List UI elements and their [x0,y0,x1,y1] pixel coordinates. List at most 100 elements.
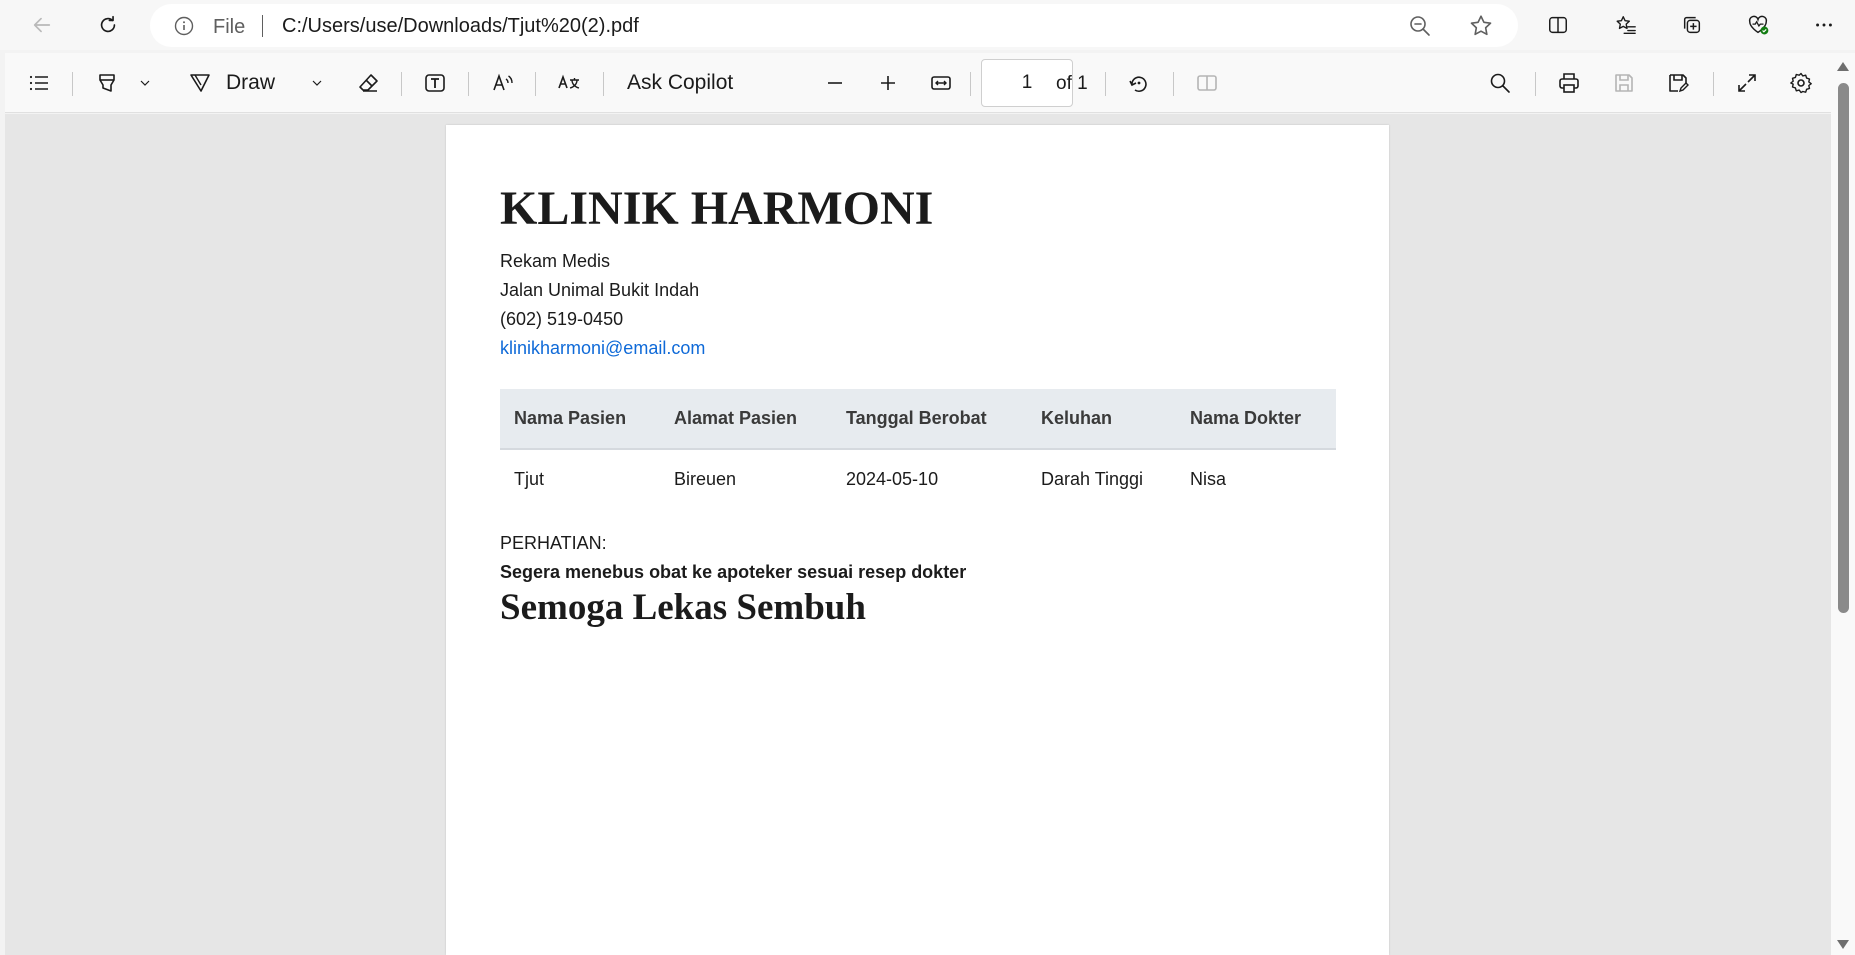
find-button[interactable] [1482,65,1518,101]
expand-icon [1738,74,1756,92]
ask-copilot-button[interactable]: Ask Copilot [627,65,757,101]
save-as-icon [1669,74,1689,93]
divider [535,72,536,96]
highlighter-icon [99,74,115,92]
column-header: Nama Dokter [1176,389,1336,450]
divider [1535,72,1536,96]
table-cell: Tjut [514,469,545,489]
refresh-icon [100,15,116,33]
minus-icon [828,82,842,84]
draw-pen-icon [190,74,210,92]
zoom-out-icon[interactable] [1408,14,1432,38]
save-button [1606,65,1642,101]
vertical-scrollbar[interactable] [1831,53,1855,955]
divider [1173,72,1174,96]
chevron-down-icon [312,80,322,86]
rotate-button[interactable] [1121,65,1157,101]
chevron-down-icon [140,80,150,86]
eraser-icon [359,74,378,92]
divider [468,72,469,96]
clinic-address: Jalan Unimal Bukit Indah [500,280,700,300]
favorites-button[interactable] [1608,7,1644,43]
highlight-options-button[interactable] [133,65,157,101]
address-bar[interactable]: File C:/Users/use/Downloads/Tjut%20(2).p… [150,4,1518,47]
collections-icon [1683,16,1701,34]
address-divider [262,15,263,37]
star-icon[interactable] [1468,13,1494,39]
two-page-view-icon [1197,75,1217,91]
scroll-thumb[interactable] [1838,83,1849,613]
table-of-contents-button[interactable] [21,65,57,101]
plus-icon [881,76,895,90]
divider [401,72,402,96]
draw-options-button[interactable] [305,65,329,101]
translate-button[interactable] [551,65,587,101]
clinic-email-link[interactable]: klinikharmoni@email.com [500,338,705,359]
gear-icon [1790,72,1812,94]
zoom-out-button[interactable] [817,65,853,101]
divider [603,72,604,96]
more-icon [1816,23,1832,27]
divider [970,72,971,96]
print-button[interactable] [1551,65,1587,101]
add-text-button[interactable] [417,65,453,101]
collections-button[interactable] [1674,7,1710,43]
split-screen-button[interactable] [1540,7,1576,43]
clinic-phone: (602) 519-0450 [500,309,624,329]
full-screen-button[interactable] [1729,65,1765,101]
column-header: Nama Pasien [500,389,660,450]
notice-label: PERHATIAN: [500,533,607,553]
search-icon [1490,73,1510,93]
table-cell: 2024-05-10 [846,469,939,489]
browser-toolbar: File C:/Users/use/Downloads/Tjut%20(2).p… [0,0,1855,50]
page-count: of 1 [1056,73,1088,94]
split-screen-icon [1549,16,1567,34]
text-box-icon [425,74,445,92]
table-cell: Bireuen [674,469,737,489]
back-arrow-icon [33,17,51,33]
table-cell: Nisa [1190,469,1227,489]
address-url[interactable]: C:/Users/use/Downloads/Tjut%20(2).pdf [282,15,639,38]
info-icon[interactable] [174,16,194,36]
favorites-icon [1616,16,1636,34]
read-aloud-icon [493,73,513,91]
read-aloud-button[interactable] [485,65,521,101]
divider [1105,72,1106,96]
document-subtitle: Rekam Medis [500,251,611,271]
refresh-button[interactable] [90,7,126,43]
browser-essentials-icon [1748,15,1769,35]
notice-text: Segera menebus obat ke apoteker sesuai r… [500,562,967,582]
save-as-button[interactable] [1660,65,1696,101]
translate-icon [558,74,580,89]
table-cell: Darah Tinggi [1041,469,1144,489]
back-button[interactable] [24,7,60,43]
address-scheme: File [213,16,246,38]
column-header: Keluhan [1027,389,1176,450]
fit-width-icon [931,76,951,90]
rotate-icon [1129,76,1147,93]
save-icon [1615,74,1633,92]
page-view-button [1189,65,1225,101]
settings-button[interactable] [1783,65,1819,101]
erase-button[interactable] [351,65,387,101]
pdf-toolbar: Draw Ask Copilot 1 of 1 [5,53,1835,113]
highlight-button[interactable] [89,65,125,101]
divider [72,72,73,96]
pdf-page: KLINIK HARMONI Rekam Medis Jalan Unimal … [446,125,1389,955]
browser-essentials-button[interactable] [1740,7,1776,43]
ask-copilot-label: Ask Copilot [627,71,734,94]
clinic-title: KLINIK HARMONI [500,182,934,235]
patient-record-table: Nama Pasien Alamat Pasien Tanggal Beroba… [500,389,1336,509]
closing-message: Semoga Lekas Sembuh [500,587,866,628]
draw-button[interactable]: Draw [188,65,288,101]
print-icon [1559,73,1579,93]
zoom-in-button[interactable] [870,65,906,101]
fit-to-width-button[interactable] [923,65,959,101]
column-header: Alamat Pasien [660,389,832,450]
column-header: Tanggal Berobat [832,389,1027,450]
scroll-up-arrow-icon[interactable] [1837,62,1849,71]
divider [1713,72,1714,96]
more-button[interactable] [1806,7,1842,43]
scroll-down-arrow-icon[interactable] [1837,940,1849,949]
table-header-row: Nama Pasien Alamat Pasien Tanggal Beroba… [500,389,1336,450]
